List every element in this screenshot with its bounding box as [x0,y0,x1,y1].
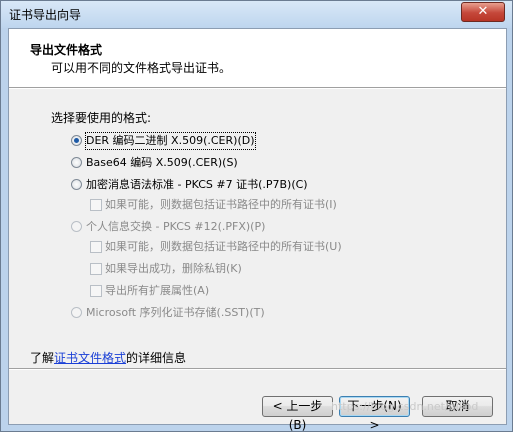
close-button[interactable]: ✕ [461,2,505,22]
radio-pkcs7-indicator[interactable] [71,179,82,190]
certificate-export-wizard-window: 证书导出向导 ✕ 导出文件格式 可以用不同的文件格式导出证书。 选择要使用的格式… [0,0,513,432]
wizard-header: 导出文件格式 可以用不同的文件格式导出证书。 [9,29,506,87]
watermark: https://blog.csdn.net/gikod [331,400,479,413]
checkbox-pfx-export-props-label[interactable]: 导出所有扩展属性(A) [105,283,209,299]
certificate-file-format-link[interactable]: 证书文件格式 [54,351,126,365]
window-title: 证书导出向导 [9,8,82,22]
checkbox-pfx-delete-key-box[interactable] [90,263,102,275]
format-prompt: 选择要使用的格式: [51,111,152,125]
checkbox-pfx-include-all-box[interactable] [90,241,102,253]
wizard-client-area: 导出文件格式 可以用不同的文件格式导出证书。 选择要使用的格式: DER 编码二… [8,28,507,432]
info-prefix: 了解 [30,351,55,365]
checkbox-pfx-export-props-box[interactable] [90,285,102,297]
info-line: 了解证书文件格式的详细信息 [30,349,186,366]
radio-pkcs7-label[interactable]: 加密消息语法标准 - PKCS #7 证书(.P7B)(C) [86,177,308,193]
radio-pfx-indicator[interactable] [71,221,82,232]
footer-divider [9,368,506,370]
radio-base64-label[interactable]: Base64 编码 X.509(.CER)(S) [86,155,238,171]
title-bar: 证书导出向导 ✕ [1,1,512,28]
header-divider [9,87,506,89]
checkbox-pfx-delete-key-label[interactable]: 如果导出成功，删除私钥(K) [105,261,242,277]
header-description: 可以用不同的文件格式导出证书。 [51,61,232,75]
radio-pfx-label[interactable]: 个人信息交换 - PKCS #12(.PFX)(P) [86,219,265,235]
radio-sst-indicator[interactable] [71,307,82,318]
radio-base64-indicator[interactable] [71,157,82,168]
header-title: 导出文件格式 [30,43,103,57]
checkbox-pkcs7-include-all-label[interactable]: 如果可能，则数据包括证书路径中的所有证书(I) [105,197,337,213]
checkbox-pkcs7-include-all-box[interactable] [90,199,102,211]
checkbox-pfx-include-all-label[interactable]: 如果可能，则数据包括证书路径中的所有证书(U) [105,239,342,255]
info-suffix: 的详细信息 [126,351,187,365]
back-button[interactable]: < 上一步(B) [262,396,333,432]
radio-der-label[interactable]: DER 编码二进制 X.509(.CER)(D) [85,132,256,150]
radio-sst-label[interactable]: Microsoft 序列化证书存储(.SST)(T) [86,305,265,321]
radio-der-indicator[interactable] [71,135,82,146]
